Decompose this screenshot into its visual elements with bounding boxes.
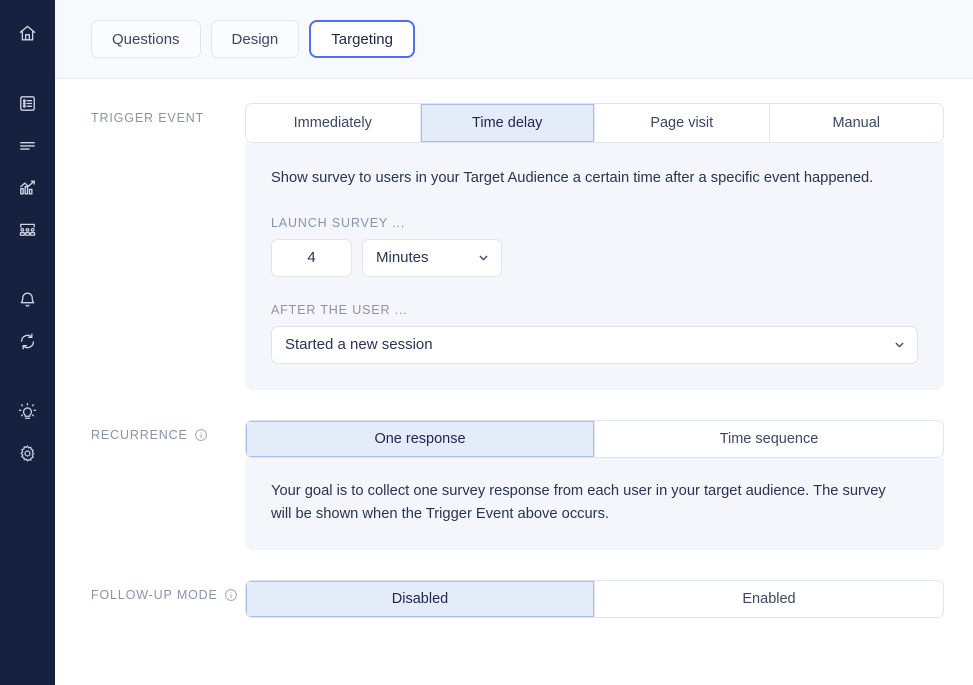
recurrence-option-one-response[interactable]: One response: [246, 420, 595, 457]
after-user-wrapper: Started a new session: [271, 325, 918, 364]
app-root: Questions Design Targeting TRIGGER EVENT…: [0, 0, 973, 685]
sidebar-item-analytics[interactable]: [8, 172, 48, 202]
sidebar-item-feed[interactable]: [8, 130, 48, 160]
follow-up-mode-label-text: FOLLOW-UP MODE: [91, 587, 218, 602]
follow-up-mode-row: FOLLOW-UP MODE Disabled Enabled: [55, 579, 973, 618]
after-user-select[interactable]: Started a new session: [271, 325, 918, 364]
recurrence-label: RECURRENCE: [55, 420, 245, 442]
main-column: Questions Design Targeting TRIGGER EVENT…: [55, 0, 973, 685]
info-icon[interactable]: [194, 428, 208, 442]
follow-up-mode-segmented-control: Disabled Enabled: [245, 579, 944, 618]
recurrence-label-text: RECURRENCE: [91, 427, 188, 442]
delay-unit-wrapper: Minutes: [362, 238, 502, 277]
tab-design[interactable]: Design: [210, 20, 300, 58]
recurrence-row: RECURRENCE One response Time sequence Yo…: [55, 419, 973, 550]
trigger-event-body: Immediately Time delay Page visit Manual…: [245, 103, 973, 390]
trigger-option-page-visit[interactable]: Page visit: [595, 104, 770, 142]
tab-targeting[interactable]: Targeting: [309, 20, 415, 58]
follow-up-mode-body: Disabled Enabled: [245, 579, 973, 618]
recurrence-panel: Your goal is to collect one survey respo…: [245, 457, 944, 550]
tab-questions[interactable]: Questions: [91, 20, 201, 58]
sidebar-item-surveys[interactable]: [8, 88, 48, 118]
trigger-option-manual[interactable]: Manual: [769, 104, 943, 142]
follow-up-option-disabled[interactable]: Disabled: [246, 580, 595, 617]
sidebar-item-audience[interactable]: [8, 214, 48, 244]
editor-tabs-bar: Questions Design Targeting: [55, 0, 973, 79]
main-sidebar: [0, 0, 55, 685]
sidebar-item-notifications[interactable]: [8, 284, 48, 314]
trigger-option-time-delay[interactable]: Time delay: [420, 104, 595, 142]
follow-up-mode-label: FOLLOW-UP MODE: [55, 580, 245, 602]
time-delay-description: Show survey to users in your Target Audi…: [271, 170, 874, 186]
trigger-event-label: TRIGGER EVENT: [55, 103, 245, 125]
recurrence-segmented-control: One response Time sequence: [245, 419, 944, 458]
info-icon[interactable]: [224, 588, 238, 602]
after-the-user-label: AFTER THE USER ...: [271, 302, 408, 317]
sidebar-item-home[interactable]: [8, 18, 48, 48]
follow-up-option-enabled[interactable]: Enabled: [595, 580, 943, 617]
sidebar-item-insights[interactable]: [8, 396, 48, 426]
trigger-event-label-text: TRIGGER EVENT: [91, 111, 205, 125]
sidebar-item-integrations[interactable]: [8, 326, 48, 356]
recurrence-description: Your goal is to collect one survey respo…: [271, 482, 886, 522]
trigger-event-row: TRIGGER EVENT Immediately Time delay Pag…: [55, 103, 973, 390]
trigger-option-immediately[interactable]: Immediately: [246, 104, 421, 142]
recurrence-option-time-sequence[interactable]: Time sequence: [595, 420, 943, 457]
trigger-event-segmented-control: Immediately Time delay Page visit Manual: [245, 103, 944, 143]
sidebar-item-settings[interactable]: [8, 438, 48, 468]
launch-survey-fields: Minutes: [271, 238, 918, 277]
delay-unit-select[interactable]: Minutes: [362, 238, 502, 277]
recurrence-body: One response Time sequence Your goal is …: [245, 419, 973, 550]
launch-survey-label: LAUNCH SURVEY ...: [271, 215, 406, 230]
targeting-settings: TRIGGER EVENT Immediately Time delay Pag…: [55, 79, 973, 685]
time-delay-panel: Show survey to users in your Target Audi…: [245, 143, 944, 390]
delay-value-input[interactable]: [271, 238, 352, 277]
